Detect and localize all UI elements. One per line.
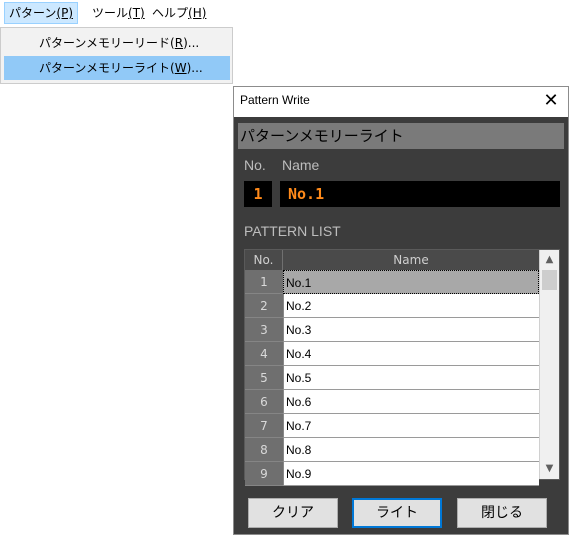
table-header: No. Name <box>245 250 539 270</box>
row-no: 5 <box>245 366 283 390</box>
row-name[interactable]: No.9 <box>283 462 539 486</box>
table-row[interactable]: 7 No.7 <box>245 414 539 438</box>
menu-help-accel: (H) <box>188 6 207 20</box>
table-row[interactable]: 1 No.1 <box>245 270 539 294</box>
scrollbar-thumb[interactable] <box>542 270 557 290</box>
row-name[interactable]: No.2 <box>283 294 539 318</box>
table-row[interactable]: 4 No.4 <box>245 342 539 366</box>
menu-tools-accel: (T) <box>128 6 145 20</box>
row-name[interactable]: No.3 <box>283 318 539 342</box>
menu-item-pattern-memory-read[interactable]: パターンメモリーリード(R)... <box>4 31 230 55</box>
dialog-title: Pattern Write <box>240 93 310 107</box>
close-button[interactable]: 閉じる <box>457 498 547 528</box>
menu-pattern-accel: (P) <box>56 6 74 20</box>
menu-item-write-accel-post: )... <box>186 61 203 75</box>
table-row[interactable]: 8 No.8 <box>245 438 539 462</box>
pattern-menu-dropdown: パターンメモリーリード(R)... パターンメモリーライト(W)... <box>0 27 233 84</box>
row-name[interactable]: No.1 <box>283 270 539 294</box>
row-no: 8 <box>245 438 283 462</box>
selected-name-field[interactable]: No.1 <box>280 181 560 207</box>
column-header-no[interactable]: No. <box>245 250 283 270</box>
menu-item-read-label: パターンメモリーリード <box>39 36 171 50</box>
write-button[interactable]: ライト <box>352 498 442 528</box>
pattern-write-dialog: Pattern Write ✕ パターンメモリーライト No. Name 1 N… <box>233 86 569 535</box>
close-icon[interactable]: ✕ <box>540 90 562 112</box>
menu-item-pattern-memory-write[interactable]: パターンメモリーライト(W)... <box>4 56 230 80</box>
name-label: Name <box>282 157 320 173</box>
row-name[interactable]: No.7 <box>283 414 539 438</box>
scroll-down-icon[interactable]: ▼ <box>540 460 559 478</box>
table-row[interactable]: 9 No.9 <box>245 462 539 486</box>
menu-tools[interactable]: ツール(T) <box>88 3 149 23</box>
row-name[interactable]: No.5 <box>283 366 539 390</box>
dialog-titlebar[interactable]: Pattern Write ✕ <box>234 87 568 117</box>
row-name[interactable]: No.8 <box>283 438 539 462</box>
menu-item-write-accel-key: W <box>174 61 187 75</box>
row-no: 7 <box>245 414 283 438</box>
dialog-header: パターンメモリーライト <box>238 123 564 149</box>
menu-item-read-accel-key: R <box>174 36 184 50</box>
clear-button[interactable]: クリア <box>248 498 338 528</box>
menu-item-read-accel-post: )... <box>183 36 200 50</box>
table-scrollbar[interactable]: ▲ ▼ <box>539 250 559 479</box>
table-row[interactable]: 6 No.6 <box>245 390 539 414</box>
selected-no-field: 1 <box>244 181 272 207</box>
table-row[interactable]: 5 No.5 <box>245 366 539 390</box>
row-no: 2 <box>245 294 283 318</box>
menu-help[interactable]: ヘルプ(H) <box>148 3 210 23</box>
row-name[interactable]: No.4 <box>283 342 539 366</box>
menu-pattern-label: パターン <box>9 6 57 20</box>
menu-pattern[interactable]: パターン(P) <box>4 2 79 24</box>
table-body: 1 No.1 2 No.2 3 No.3 4 No.4 5 No.5 6 No.… <box>245 270 539 486</box>
row-no: 1 <box>245 270 283 294</box>
row-no: 4 <box>245 342 283 366</box>
row-name[interactable]: No.6 <box>283 390 539 414</box>
menu-item-write-label: パターンメモリーライト <box>39 61 171 75</box>
pattern-list-table: No. Name 1 No.1 2 No.2 3 No.3 4 No.4 5 N… <box>244 249 560 486</box>
no-label: No. <box>244 157 266 173</box>
table-row[interactable]: 2 No.2 <box>245 294 539 318</box>
row-no: 3 <box>245 318 283 342</box>
pattern-list-label: PATTERN LIST <box>244 223 341 239</box>
row-no: 6 <box>245 390 283 414</box>
table-row[interactable]: 3 No.3 <box>245 318 539 342</box>
menu-help-label: ヘルプ <box>152 6 189 20</box>
scroll-up-icon[interactable]: ▲ <box>540 251 559 269</box>
column-header-name[interactable]: Name <box>283 250 539 270</box>
menu-bar: パターン(P) ツール(T) ヘルプ(H) <box>0 0 569 27</box>
menu-tools-label: ツール <box>92 6 129 20</box>
row-no: 9 <box>245 462 283 486</box>
